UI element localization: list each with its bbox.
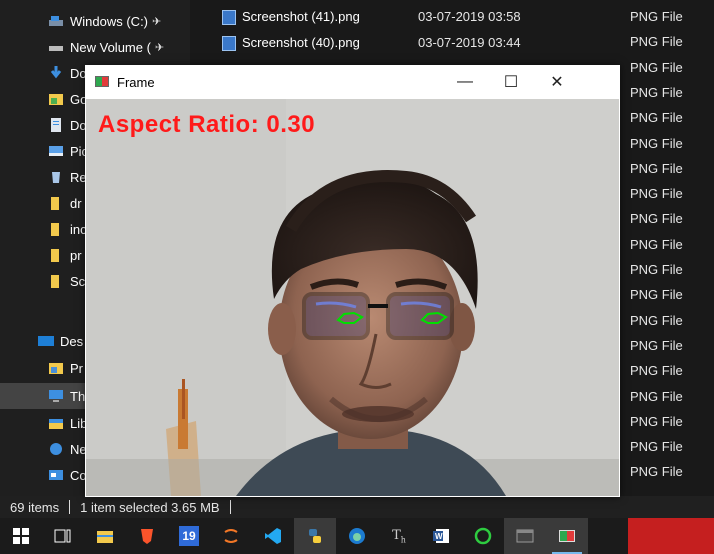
file-type-cell: PNG File xyxy=(630,59,683,75)
file-type-cell: PNG File xyxy=(630,84,683,100)
png-file-icon xyxy=(222,10,236,25)
calendar-app-icon[interactable]: 19 xyxy=(168,518,210,554)
file-type-cell: PNG File xyxy=(630,135,683,151)
file-type-cell: PNG File xyxy=(630,312,683,328)
frame-app-icon xyxy=(95,76,109,87)
status-separator xyxy=(69,500,71,514)
file-type-cell: PNG File xyxy=(630,9,683,24)
pin-icon: ✈ xyxy=(154,41,165,54)
taskbar-red-region xyxy=(628,518,714,554)
edge-icon[interactable] xyxy=(336,518,378,554)
this-pc-icon xyxy=(49,390,63,402)
sidebar-item-label: dr xyxy=(70,195,82,211)
file-type-cell: PNG File xyxy=(630,236,683,252)
sidebar-item-label: Des xyxy=(60,333,84,349)
file-type-cell: PNG File xyxy=(630,439,683,455)
drive-icon xyxy=(49,46,63,51)
close-icon: ✕ xyxy=(550,74,564,91)
sidebar-item-label: New Volume ( xyxy=(70,39,151,55)
minimize-button[interactable]: — xyxy=(442,65,488,99)
png-file-icon xyxy=(222,36,236,51)
terminal-icon[interactable] xyxy=(504,518,546,554)
maximize-button[interactable]: ☐ xyxy=(488,65,534,99)
frame-title: Frame xyxy=(117,75,155,90)
brave-icon[interactable] xyxy=(126,518,168,554)
file-type-cell: PNG File xyxy=(630,388,683,404)
file-type-cell: PNG File xyxy=(630,110,683,126)
file-type-cell: PNG File xyxy=(630,262,683,277)
maximize-icon: ☐ xyxy=(503,74,519,91)
status-separator xyxy=(229,500,231,514)
file-date: 03-07-2019 03:44 xyxy=(418,35,521,50)
close-button[interactable]: ✕ xyxy=(534,65,580,99)
item-count: 69 items xyxy=(10,499,60,515)
green-circle-app-icon[interactable] xyxy=(462,518,504,554)
file-type-cell: PNG File xyxy=(630,464,683,480)
libraries-icon xyxy=(49,419,63,429)
folder-icon xyxy=(49,94,63,105)
typora-icon[interactable]: Th xyxy=(378,518,420,554)
downloads-icon xyxy=(50,66,62,79)
webcam-image xyxy=(86,99,619,496)
aspect-ratio-overlay: Aspect Ratio: 0.30 xyxy=(98,111,316,138)
file-type-cell: PNG File xyxy=(630,186,683,202)
file-name: Screenshot (40).png xyxy=(242,35,360,50)
status-bar: 69 items 1 item selected 3.65 MB xyxy=(0,496,714,518)
file-type-cell: PNG File xyxy=(630,34,683,50)
folder-icon xyxy=(51,223,59,236)
file-explorer-icon[interactable] xyxy=(84,518,126,554)
python-frame-icon[interactable] xyxy=(546,518,588,554)
folder-icon xyxy=(51,275,59,288)
sidebar-item-label: Pr xyxy=(70,360,83,376)
file-type-cell: PNG File xyxy=(630,337,683,353)
pictures-icon xyxy=(49,146,63,156)
desktop-icon xyxy=(38,336,54,346)
file-date: 03-07-2019 03:58 xyxy=(418,9,521,24)
sidebar-item-label: Sc xyxy=(70,273,86,289)
documents-icon xyxy=(51,118,61,132)
recycle-icon xyxy=(52,172,60,183)
svg-text:W: W xyxy=(435,532,443,541)
word-icon[interactable]: W xyxy=(420,518,462,554)
frame-titlebar[interactable]: Frame — ☐ ✕ xyxy=(85,65,620,99)
file-type-cell: PNG File xyxy=(630,160,683,176)
file-type-cell: PNG File xyxy=(630,363,683,379)
sidebar-item-label: Windows (C:) xyxy=(70,13,149,29)
frame-window[interactable]: Frame — ☐ ✕ Aspect Ratio: 0.30 xyxy=(85,65,620,497)
selection-info: 1 item selected 3.65 MB xyxy=(80,499,220,515)
vscode-icon[interactable] xyxy=(252,518,294,554)
pin-icon: ✈ xyxy=(152,15,162,28)
task-view-icon[interactable] xyxy=(42,518,84,554)
sidebar-item-label: Th xyxy=(70,388,86,404)
folder-icon xyxy=(51,197,59,210)
file-name: Screenshot (41).png xyxy=(242,9,360,24)
sidebar-item-label: pr xyxy=(70,247,82,263)
file-type-cell: PNG File xyxy=(630,287,683,303)
folder-icon xyxy=(49,363,63,374)
file-type-cell: PNG File xyxy=(630,413,683,429)
windows-start-icon[interactable] xyxy=(0,518,42,554)
folder-icon xyxy=(51,249,59,262)
minimize-icon: — xyxy=(457,73,473,90)
taskbar: 19 Th W xyxy=(0,518,714,554)
jupyter-icon[interactable] xyxy=(210,518,252,554)
python-icon[interactable] xyxy=(294,518,336,554)
file-type-cell: PNG File xyxy=(630,211,683,227)
calendar-day: 19 xyxy=(179,526,199,546)
control-panel-icon xyxy=(49,470,63,480)
drive-icon xyxy=(49,16,63,26)
network-icon xyxy=(50,443,62,455)
webcam-frame: Aspect Ratio: 0.30 xyxy=(86,99,619,496)
